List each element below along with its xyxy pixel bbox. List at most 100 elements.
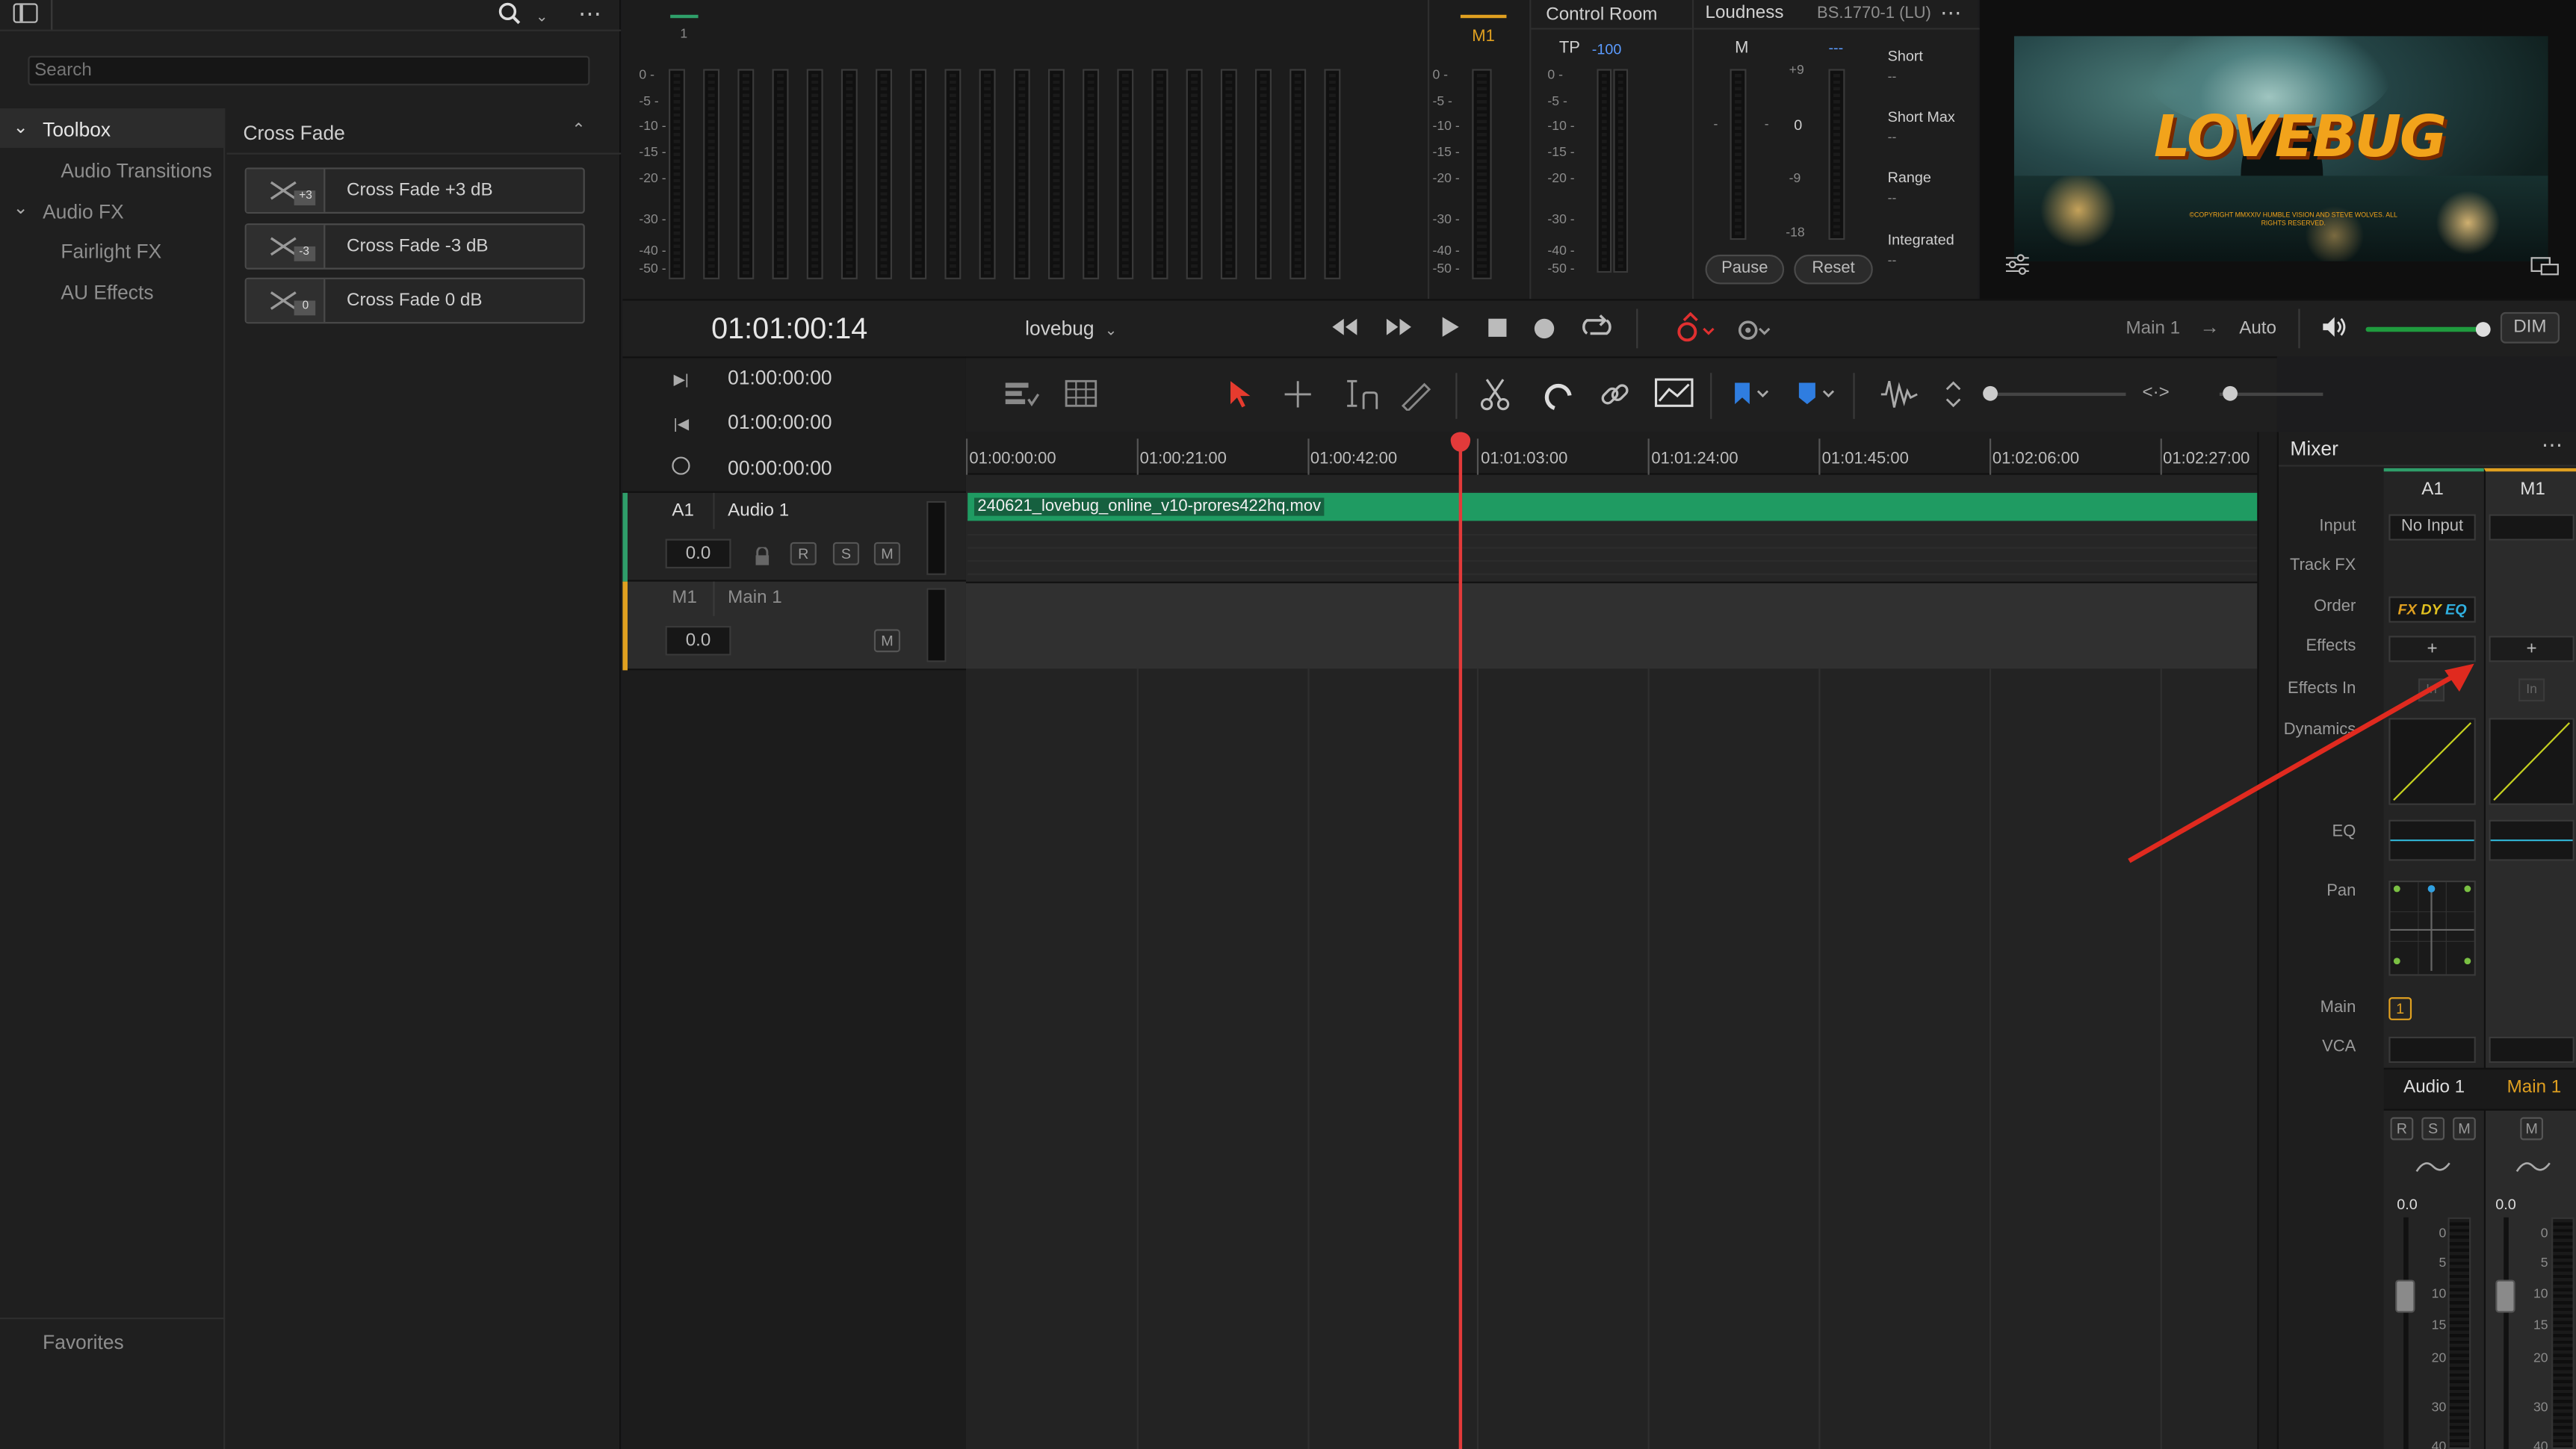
mixer-mute-button[interactable]: M bbox=[2453, 1117, 2476, 1141]
mixer-mute-button-m1[interactable]: M bbox=[2520, 1117, 2544, 1141]
search-input[interactable] bbox=[28, 55, 590, 86]
playhead[interactable] bbox=[1458, 432, 1463, 1449]
eq-graph-m1[interactable] bbox=[2489, 819, 2575, 861]
viewer-detach-icon[interactable] bbox=[2530, 255, 2560, 276]
fader-track-a1[interactable] bbox=[2403, 1217, 2409, 1449]
mute-button[interactable]: M bbox=[873, 629, 901, 653]
horizontal-zoom-slider[interactable] bbox=[2219, 385, 2323, 401]
more-options-icon[interactable]: ⋯ bbox=[2542, 432, 2563, 458]
stop-icon[interactable] bbox=[1488, 318, 1507, 337]
fader-knob-a1[interactable] bbox=[2395, 1279, 2415, 1313]
chevron-down-icon[interactable]: ⌄ bbox=[13, 117, 28, 137]
panel-toggle-icon[interactable] bbox=[13, 3, 38, 23]
vca-selector-a1[interactable] bbox=[2388, 1036, 2476, 1064]
effects-in-button-m1[interactable]: In bbox=[2518, 678, 2545, 702]
range-tool-icon[interactable] bbox=[1283, 379, 1313, 418]
link-icon[interactable] bbox=[1599, 378, 1632, 419]
more-options-icon[interactable]: ⋯ bbox=[1940, 0, 1962, 26]
razor-icon[interactable] bbox=[1480, 378, 1510, 419]
track-header-a1[interactable]: A1 Audio 1 0.0 R S M bbox=[622, 491, 966, 583]
input-selector-m1[interactable] bbox=[2489, 514, 2575, 541]
video-viewer[interactable]: LOVEBUG ©COPYRIGHT MMXXIV HUMBLE VISION … bbox=[1979, 0, 2576, 300]
pencil-tool-icon[interactable] bbox=[1398, 378, 1434, 419]
mute-button[interactable]: M bbox=[873, 542, 901, 565]
go-to-start-icon[interactable]: |◀ bbox=[674, 415, 689, 433]
track-name[interactable]: Audio 1 bbox=[728, 501, 789, 521]
vertical-zoom-slider[interactable] bbox=[1983, 385, 2126, 401]
record-icon[interactable] bbox=[1534, 318, 1555, 339]
pan-graph-a1[interactable] bbox=[2388, 880, 2476, 976]
pause-button[interactable]: Pause bbox=[1705, 254, 1785, 285]
fader-track-m1[interactable] bbox=[2504, 1217, 2509, 1449]
order-badge[interactable]: FX DY EQ bbox=[2388, 596, 2476, 623]
automation-settings-icon[interactable] bbox=[1733, 312, 1773, 353]
track-volume-field[interactable]: 0.0 bbox=[665, 539, 731, 569]
volume-slider[interactable] bbox=[2365, 322, 2491, 337]
timeline-scrollbar[interactable] bbox=[2257, 432, 2277, 1449]
marker-icon[interactable] bbox=[1798, 381, 1837, 415]
mixer-solo-button[interactable]: S bbox=[2421, 1117, 2445, 1141]
waveform-zoom-icon[interactable] bbox=[1880, 378, 1919, 419]
cross-fade-0-item[interactable]: 0 Cross Fade 0 dB bbox=[244, 277, 585, 324]
output-auto[interactable]: Auto bbox=[2239, 319, 2276, 338]
automation-record-icon[interactable] bbox=[1674, 311, 1717, 353]
volume-slider-knob[interactable] bbox=[2475, 322, 2491, 337]
edit-selection-tool-icon[interactable] bbox=[1340, 378, 1383, 419]
add-effect-button-m1[interactable]: + bbox=[2489, 636, 2575, 663]
reset-button[interactable]: Reset bbox=[1794, 254, 1873, 285]
audio-clip[interactable]: 240621_lovebug_online_v10-prores422hq.mo… bbox=[967, 492, 2258, 521]
input-selector-a1[interactable]: No Input bbox=[2388, 514, 2476, 541]
tree-item-fairlight-fx[interactable]: Fairlight FX bbox=[61, 240, 161, 263]
channel-name-m1[interactable]: Main 1 bbox=[2507, 1078, 2562, 1097]
toolbox-row[interactable] bbox=[0, 108, 226, 148]
timeline-selector[interactable]: lovebug ⌄ bbox=[1025, 317, 1117, 341]
timecode-duration[interactable]: 00:00:00:00 bbox=[728, 456, 832, 480]
cross-fade-plus3-item[interactable]: +3 Cross Fade +3 dB bbox=[244, 167, 585, 214]
flag-icon[interactable] bbox=[1733, 381, 1769, 415]
mixer-record-button[interactable]: R bbox=[2390, 1117, 2414, 1141]
grid-icon[interactable] bbox=[1065, 379, 1097, 418]
fader-knob-m1[interactable] bbox=[2495, 1279, 2515, 1313]
track-header-m1[interactable]: M1 Main 1 0.0 M bbox=[622, 581, 966, 671]
lock-icon[interactable] bbox=[754, 545, 770, 575]
dynamics-graph-m1[interactable] bbox=[2489, 718, 2575, 805]
automation-mode-icon[interactable] bbox=[2415, 1155, 2450, 1185]
fast-forward-icon[interactable] bbox=[1385, 315, 1413, 347]
cross-fade-minus3-item[interactable]: -3 Cross Fade -3 dB bbox=[244, 223, 585, 270]
track-lane-m1[interactable] bbox=[965, 581, 2258, 669]
tree-item-favorites[interactable]: Favorites bbox=[43, 1331, 124, 1354]
more-options-icon[interactable]: ⋯ bbox=[578, 0, 603, 28]
tree-item-audio-transitions[interactable]: Audio Transitions bbox=[61, 159, 211, 182]
dim-button[interactable]: DIM bbox=[2500, 311, 2560, 344]
track-volume-field[interactable]: 0.0 bbox=[665, 626, 731, 656]
timecode-display[interactable]: 01:01:00:14 bbox=[711, 312, 867, 347]
loop-icon[interactable] bbox=[1580, 314, 1613, 348]
rewind-icon[interactable] bbox=[1331, 315, 1358, 347]
chevron-up-icon[interactable]: ⌃ bbox=[572, 122, 585, 140]
chevron-down-icon[interactable]: ⌄ bbox=[13, 197, 28, 218]
horizontal-zoom-knob[interactable] bbox=[2223, 385, 2238, 401]
channel-name-a1[interactable]: Audio 1 bbox=[2403, 1078, 2465, 1097]
record-arm-button[interactable]: R bbox=[790, 542, 817, 565]
snapping-icon[interactable] bbox=[1539, 378, 1572, 419]
vca-selector-m1[interactable] bbox=[2489, 1036, 2575, 1064]
go-to-end-icon[interactable]: ▶| bbox=[674, 371, 689, 389]
vertical-zoom-knob[interactable] bbox=[1983, 385, 1998, 401]
horizontal-zoom-icon[interactable]: <·> bbox=[2142, 382, 2169, 402]
timecode-out[interactable]: 01:00:00:00 bbox=[728, 411, 832, 434]
automation-view-icon[interactable] bbox=[1654, 376, 1694, 418]
timecode-in[interactable]: 01:00:00:00 bbox=[728, 366, 832, 389]
chevron-down-icon[interactable]: ⌄ bbox=[536, 8, 548, 26]
tree-item-toolbox[interactable]: Toolbox bbox=[43, 118, 111, 141]
output-main[interactable]: Main 1 bbox=[2125, 319, 2180, 338]
speaker-icon[interactable] bbox=[2321, 315, 2349, 347]
play-icon[interactable] bbox=[1440, 315, 1460, 347]
vertical-zoom-icon[interactable] bbox=[1945, 379, 1962, 418]
main-bus-badge[interactable]: 1 bbox=[2388, 997, 2412, 1020]
timeline-area[interactable]: 01:00:00:00 01:00:21:00 01:00:42:00 01:01:0… bbox=[965, 432, 2277, 1449]
selection-tool-icon[interactable] bbox=[1227, 379, 1254, 418]
tree-item-audio-fx[interactable]: Audio FX bbox=[43, 200, 124, 223]
tree-item-au-effects[interactable]: AU Effects bbox=[61, 281, 153, 304]
viewer-settings-icon[interactable] bbox=[2004, 253, 2031, 276]
track-name[interactable]: Main 1 bbox=[728, 588, 782, 607]
